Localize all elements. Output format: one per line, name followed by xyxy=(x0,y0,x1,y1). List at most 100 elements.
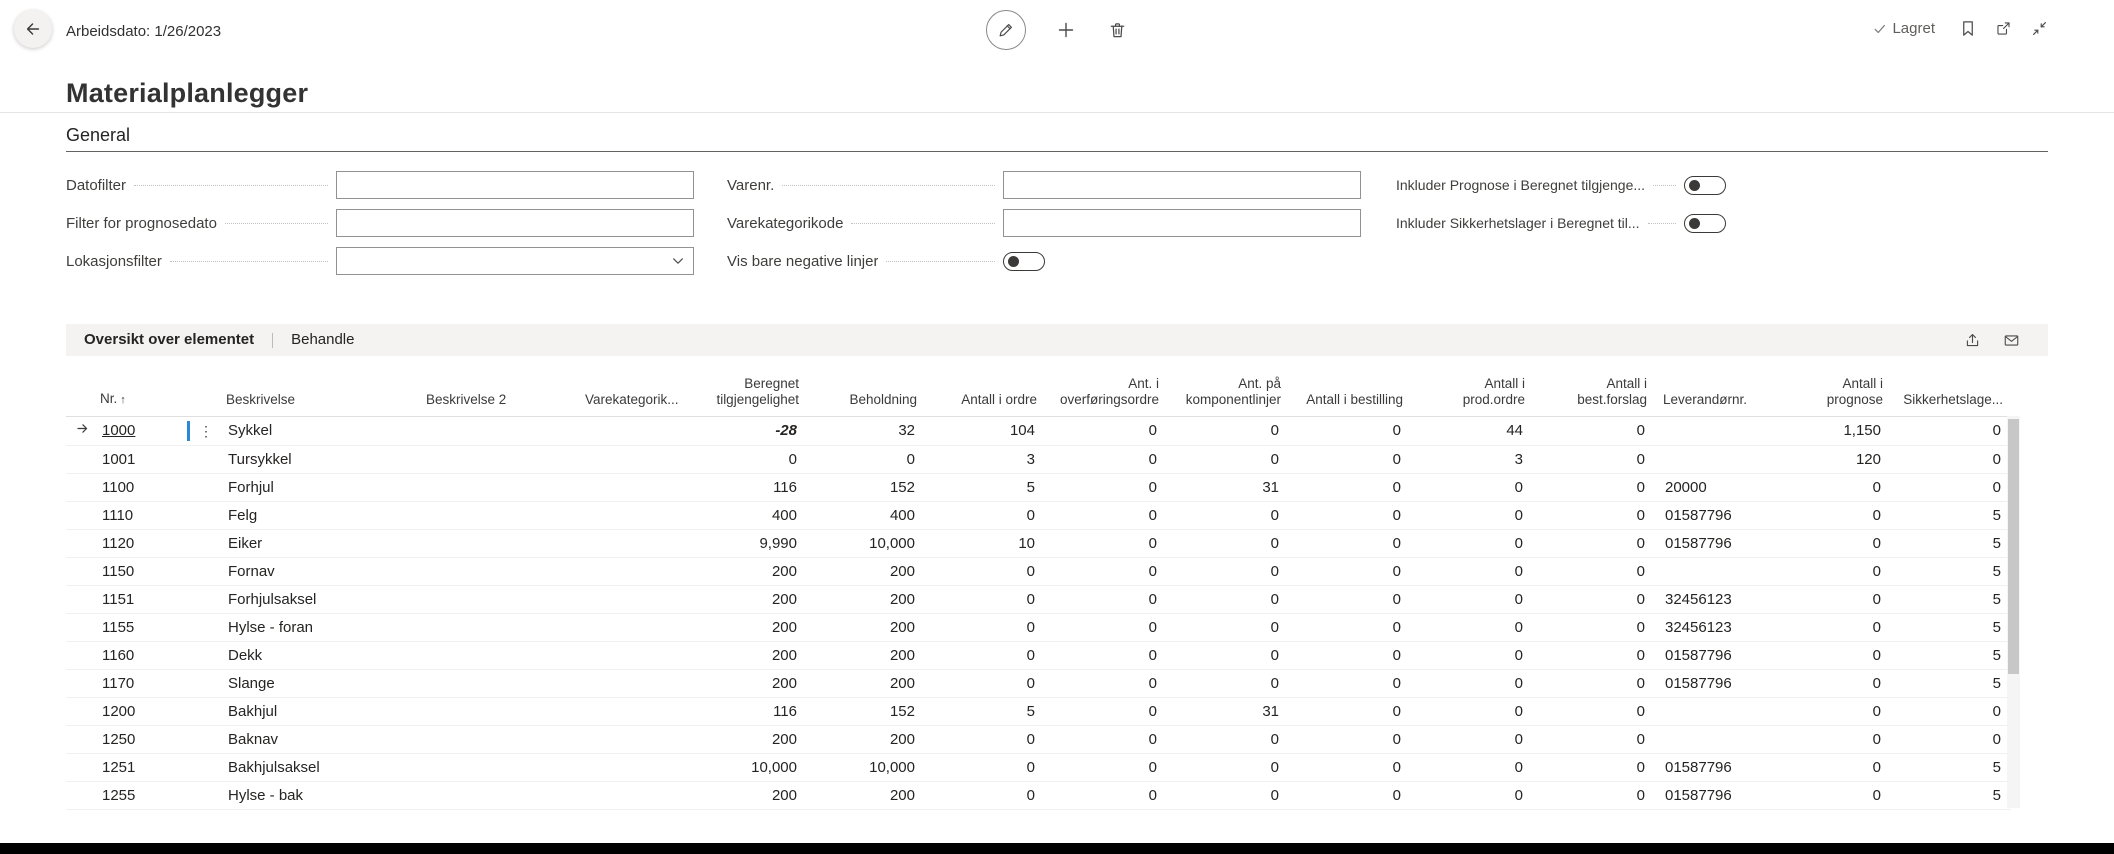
cell-bestilling[interactable]: 0 xyxy=(1289,445,1411,474)
cell-komponent[interactable]: 0 xyxy=(1167,781,1289,810)
cell-beregnet[interactable]: 200 xyxy=(687,641,807,670)
cell-bestilling[interactable]: 0 xyxy=(1289,725,1411,754)
cell-beskrivelse2[interactable] xyxy=(418,669,577,698)
column-header-ordre[interactable]: Antall i ordre xyxy=(925,356,1045,417)
cell-leverandor[interactable]: 32456123 xyxy=(1655,585,1775,614)
cell-prognose[interactable]: 0 xyxy=(1775,529,1891,558)
cell-varekategori[interactable] xyxy=(577,669,687,698)
cell-bestforslag[interactable]: 0 xyxy=(1533,641,1655,670)
cell-ordre[interactable]: 0 xyxy=(925,669,1045,698)
cell-prognose[interactable]: 0 xyxy=(1775,669,1891,698)
negative-lines-toggle[interactable] xyxy=(1003,251,1045,271)
cell-beregnet[interactable]: 200 xyxy=(687,725,807,754)
cell-overforing[interactable]: 0 xyxy=(1045,641,1167,670)
cell-beskrivelse[interactable]: Hylse - bak xyxy=(218,781,418,810)
cell-varekategori[interactable] xyxy=(577,613,687,642)
cell-bestforslag[interactable]: 0 xyxy=(1533,473,1655,502)
edit-button[interactable] xyxy=(985,10,1026,50)
cell-ordre[interactable]: 0 xyxy=(925,753,1045,782)
cell-bestforslag[interactable]: 0 xyxy=(1533,529,1655,558)
cell-varekategori[interactable] xyxy=(577,557,687,586)
cell-sikkerhet[interactable]: 5 xyxy=(1891,557,2011,586)
cell-bestforslag[interactable]: 0 xyxy=(1533,613,1655,642)
cell-beskrivelse[interactable]: Tursykkel xyxy=(218,445,418,474)
cell-overforing[interactable]: 0 xyxy=(1045,781,1167,810)
cell-leverandor[interactable]: 32456123 xyxy=(1655,613,1775,642)
share-button[interactable] xyxy=(1962,330,1983,351)
cell-beregnet[interactable]: 9,990 xyxy=(687,529,807,558)
cell-varekategori[interactable] xyxy=(577,529,687,558)
cell-komponent[interactable]: 0 xyxy=(1167,641,1289,670)
cell-leverandor[interactable] xyxy=(1655,557,1775,586)
cell-beskrivelse[interactable]: Eiker xyxy=(218,529,418,558)
tab-overview[interactable]: Oversikt over elementet xyxy=(66,324,272,356)
cell-varekategori[interactable] xyxy=(577,585,687,614)
cell-varekategori[interactable] xyxy=(577,697,687,726)
cell-overforing[interactable]: 0 xyxy=(1045,445,1167,474)
column-header-varekategori[interactable]: Varekategorik... xyxy=(577,356,687,417)
cell-nr[interactable]: 1151 xyxy=(92,585,184,614)
cell-beskrivelse2[interactable] xyxy=(418,613,577,642)
cell-beskrivelse[interactable]: Hylse - foran xyxy=(218,613,418,642)
cell-varekategori[interactable] xyxy=(577,781,687,810)
column-header-beskrivelse[interactable]: Beskrivelse xyxy=(218,356,418,417)
cell-bestforslag[interactable]: 0 xyxy=(1533,669,1655,698)
cell-beskrivelse2[interactable] xyxy=(418,557,577,586)
cell-overforing[interactable]: 0 xyxy=(1045,697,1167,726)
cell-bestforslag[interactable]: 0 xyxy=(1533,501,1655,530)
cell-beskrivelse2[interactable] xyxy=(418,697,577,726)
column-header-prognose[interactable]: Antall i prognose xyxy=(1775,356,1891,417)
open-new-window-button[interactable] xyxy=(1993,18,2014,39)
cell-bestforslag[interactable]: 0 xyxy=(1533,416,1655,446)
cell-prodordre[interactable]: 0 xyxy=(1411,529,1533,558)
cell-prodordre[interactable]: 0 xyxy=(1411,473,1533,502)
column-header-leverandor[interactable]: Leverandørnr. xyxy=(1655,356,1775,417)
cell-prodordre[interactable]: 0 xyxy=(1411,557,1533,586)
cell-beskrivelse2[interactable] xyxy=(418,585,577,614)
cell-komponent[interactable]: 0 xyxy=(1167,613,1289,642)
cell-leverandor[interactable] xyxy=(1655,416,1775,446)
cell-prognose[interactable]: 0 xyxy=(1775,753,1891,782)
include-safety-stock-toggle[interactable] xyxy=(1684,213,1726,233)
cell-prodordre[interactable]: 0 xyxy=(1411,641,1533,670)
cell-varekategori[interactable] xyxy=(577,473,687,502)
cell-overforing[interactable]: 0 xyxy=(1045,585,1167,614)
varekategorikode-input[interactable] xyxy=(1003,209,1361,237)
cell-komponent[interactable]: 0 xyxy=(1167,725,1289,754)
cell-prodordre[interactable]: 0 xyxy=(1411,781,1533,810)
cell-bestforslag[interactable]: 0 xyxy=(1533,557,1655,586)
cell-ordre[interactable]: 5 xyxy=(925,473,1045,502)
cell-leverandor[interactable]: 01587796 xyxy=(1655,753,1775,782)
cell-nr[interactable]: 1251 xyxy=(92,753,184,782)
cell-komponent[interactable]: 0 xyxy=(1167,557,1289,586)
cell-bestilling[interactable]: 0 xyxy=(1289,416,1411,446)
cell-komponent[interactable]: 0 xyxy=(1167,585,1289,614)
cell-ordre[interactable]: 104 xyxy=(925,416,1045,446)
cell-beholdning[interactable]: 400 xyxy=(807,501,925,530)
cell-beholdning[interactable]: 152 xyxy=(807,697,925,726)
cell-overforing[interactable]: 0 xyxy=(1045,416,1167,446)
cell-overforing[interactable]: 0 xyxy=(1045,557,1167,586)
cell-beskrivelse2[interactable] xyxy=(418,725,577,754)
mail-button[interactable] xyxy=(2001,331,2022,350)
lokasjonsfilter-select[interactable] xyxy=(336,247,694,275)
cell-sikkerhet[interactable]: 0 xyxy=(1891,416,2011,446)
cell-varekategori[interactable] xyxy=(577,753,687,782)
cell-leverandor[interactable]: 01587796 xyxy=(1655,669,1775,698)
cell-beskrivelse2[interactable] xyxy=(418,641,577,670)
cell-komponent[interactable]: 0 xyxy=(1167,501,1289,530)
cell-leverandor[interactable]: 20000 xyxy=(1655,473,1775,502)
cell-ordre[interactable]: 3 xyxy=(925,445,1045,474)
cell-prognose[interactable]: 0 xyxy=(1775,781,1891,810)
cell-beholdning[interactable]: 152 xyxy=(807,473,925,502)
cell-komponent[interactable]: 0 xyxy=(1167,416,1289,446)
cell-beskrivelse2[interactable] xyxy=(418,753,577,782)
cell-prognose[interactable]: 0 xyxy=(1775,725,1891,754)
cell-ordre[interactable]: 0 xyxy=(925,725,1045,754)
cell-ordre[interactable]: 0 xyxy=(925,501,1045,530)
cell-nr[interactable]: 1170 xyxy=(92,669,184,698)
cell-ordre[interactable]: 0 xyxy=(925,585,1045,614)
cell-ordre[interactable]: 0 xyxy=(925,781,1045,810)
cell-bestilling[interactable]: 0 xyxy=(1289,613,1411,642)
cell-prodordre[interactable]: 0 xyxy=(1411,697,1533,726)
